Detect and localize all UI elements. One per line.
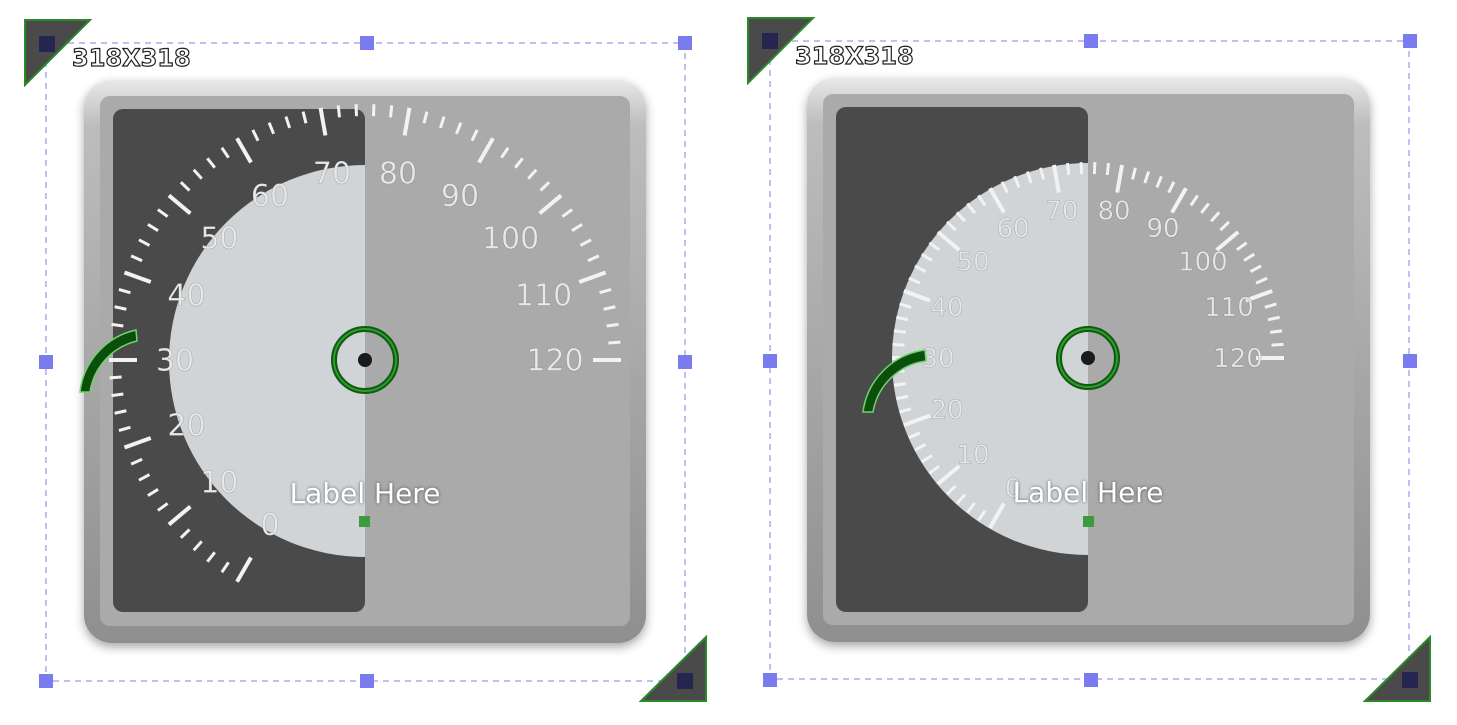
selection-handle-sw[interactable] (39, 674, 53, 688)
selection-handle-e[interactable] (1403, 354, 1417, 368)
minor-tick (111, 322, 124, 328)
tick-label: 30 (156, 344, 194, 379)
tick-label: 90 (441, 179, 479, 214)
minor-tick (1066, 162, 1071, 176)
minor-tick (606, 322, 619, 328)
selection-handle-ne[interactable] (678, 36, 692, 50)
selection-handle-w[interactable] (39, 355, 53, 369)
selection-handle-e[interactable] (678, 355, 692, 369)
tick-label: 50 (957, 248, 990, 278)
gauge-widget-1[interactable]: 0 10 20 30 40 50 60 70 80 90 100 110 120 318X318 Lab… (0, 0, 728, 725)
tick-label: 110 (1204, 293, 1254, 323)
tick-label: 40 (167, 279, 205, 314)
tick-label: 40 (930, 293, 963, 323)
anchor-point[interactable] (359, 516, 370, 527)
tick-label: 90 (1146, 214, 1179, 244)
minor-tick (1271, 342, 1284, 347)
selection-handle-n[interactable] (360, 36, 374, 50)
gauge-widget-2[interactable]: 0 10 20 30 40 50 60 70 80 90 100 110 120 318X318 Lab… (723, 0, 1451, 725)
selection-handle-sw[interactable] (763, 673, 777, 687)
minor-tick (109, 375, 122, 380)
size-label: 318X318 (794, 41, 914, 70)
minor-tick (1105, 162, 1110, 176)
tick-label: 20 (167, 408, 205, 443)
corner-resize-icon-bottom-right (638, 634, 707, 702)
tick-label: 80 (379, 156, 417, 191)
tick-label: 70 (1045, 196, 1078, 226)
selection-handle-w[interactable] (763, 354, 777, 368)
tick-label: 10 (200, 466, 238, 501)
minor-tick (892, 342, 905, 347)
minor-tick (893, 329, 906, 334)
gauge-caption: Label Here (1012, 476, 1164, 509)
tick-label: 120 (1213, 344, 1263, 374)
selection-handle-n[interactable] (1084, 34, 1098, 48)
selection-handle-ne[interactable] (1403, 34, 1417, 48)
gauge-caption: Label Here (289, 477, 441, 510)
size-label: 318X318 (71, 43, 191, 72)
minor-tick (336, 105, 341, 118)
tick-label: 110 (515, 279, 572, 314)
tick-label: 80 (1098, 196, 1131, 226)
minor-tick (111, 392, 124, 398)
tick-label: 60 (251, 179, 289, 214)
anchor-point[interactable] (1083, 516, 1094, 527)
tick-label: 70 (313, 156, 351, 191)
tick-label: 20 (930, 395, 963, 425)
tick-label: 100 (1178, 248, 1228, 278)
tick-label: 120 (526, 344, 583, 379)
tick-label: 10 (957, 441, 990, 471)
tick-label: 0 (260, 508, 279, 543)
selection-handle-s[interactable] (360, 674, 374, 688)
tick-label: 50 (200, 221, 238, 256)
minor-tick (893, 382, 906, 387)
corner-resize-icon-bottom-right (1362, 634, 1431, 702)
tick-label: 60 (996, 214, 1029, 244)
tick-label: 100 (482, 221, 539, 256)
minor-tick (389, 105, 394, 118)
selection-handle-s[interactable] (1084, 673, 1098, 687)
gauge-widget-2-canvas: 010203040506070 8090100110120 (747, 17, 1431, 702)
gauge-widget-1-canvas: 0 10 20 30 40 50 60 70 80 90100 110 120 (24, 19, 707, 702)
minor-tick (1270, 329, 1283, 334)
minor-tick (608, 340, 621, 345)
